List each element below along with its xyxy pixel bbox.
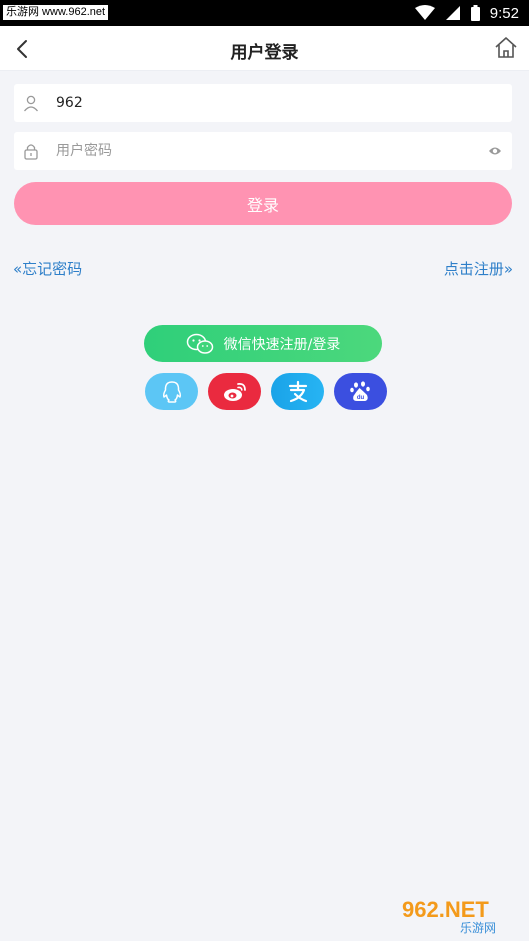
site-watermark-logo: 962.NET 乐游网 [402,897,496,935]
register-link[interactable]: 点击注册» [444,258,513,279]
social-login-row: du [145,373,387,410]
battery-icon [470,5,480,21]
wechat-login-label: 微信快速注册/登录 [223,336,341,353]
login-button[interactable]: 登录 [14,182,512,225]
lock-icon [24,144,38,160]
signal-icon [445,6,460,20]
eye-icon[interactable] [488,145,502,157]
home-icon[interactable] [493,35,519,61]
wechat-icon [186,333,213,354]
watermark-tag: 乐游网 www.962.net [3,5,109,20]
baidu-paw-icon: du [349,380,370,401]
username-input[interactable] [56,84,476,122]
username-field [14,84,512,122]
page-title: 用户登录 [230,43,299,63]
alipay-login-button[interactable] [271,373,324,410]
nav-bar: 用户登录 [0,26,529,71]
password-input[interactable] [56,132,476,170]
user-icon [23,95,39,112]
forgot-password-link[interactable]: «忘记密码 [13,258,82,279]
password-field [14,132,512,170]
status-bar: 乐游网 www.962.net 9:52 [0,0,529,26]
wifi-icon [414,5,435,20]
qq-login-button[interactable] [145,373,198,410]
svg-text:乐游网: 乐游网 [460,921,496,935]
weibo-icon [223,382,246,401]
qq-icon [162,380,181,403]
weibo-login-button[interactable] [208,373,261,410]
alipay-icon [288,380,307,402]
wechat-login-button[interactable]: 微信快速注册/登录 [144,325,382,362]
clock: 9:52 [489,4,519,22]
status-icons: 9:52 [414,4,519,22]
svg-text:962.NET: 962.NET [402,897,489,922]
svg-text:du: du [356,395,364,401]
baidu-login-button[interactable]: du [334,373,387,410]
